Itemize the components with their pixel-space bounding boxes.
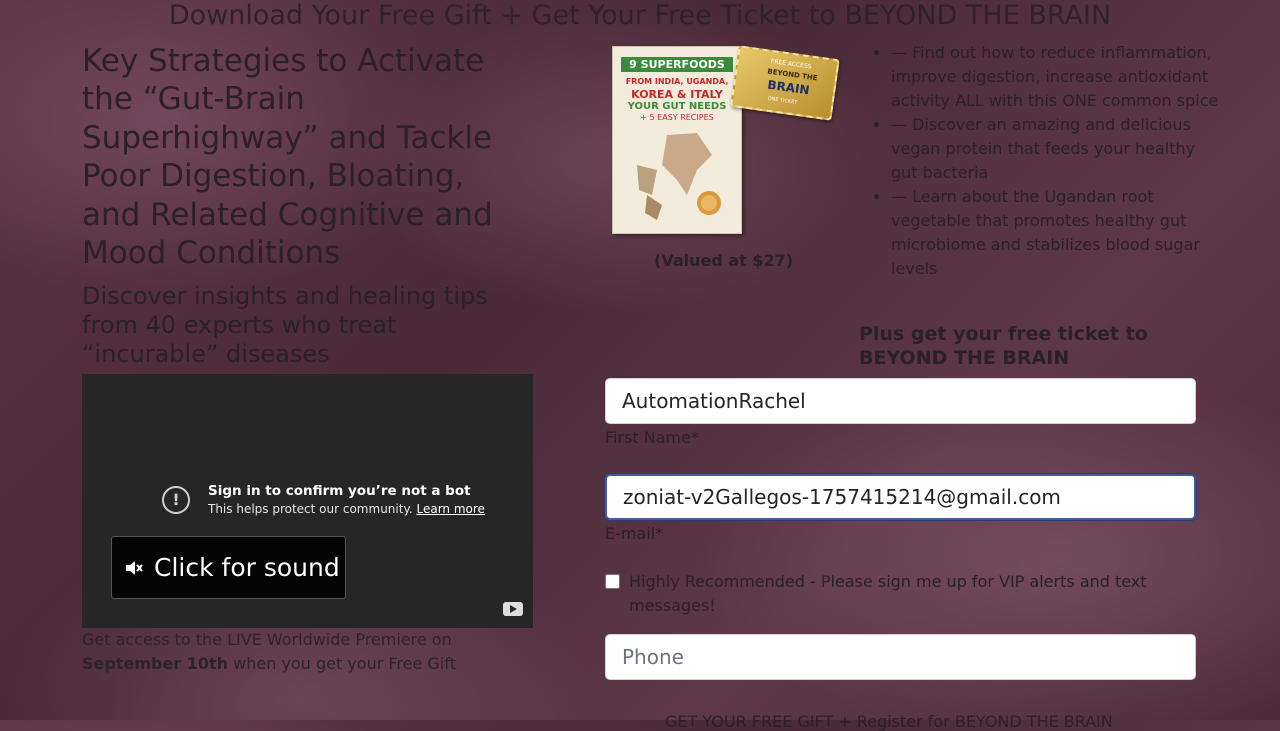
bot-check-subtitle: This helps protect our community. Learn … bbox=[208, 502, 485, 516]
youtube-icon[interactable] bbox=[503, 602, 523, 616]
premiere-date: September 10th bbox=[82, 654, 229, 673]
bot-check-title: Sign in to confirm you’re not a bot bbox=[208, 483, 471, 499]
click-for-sound-label: Click for sound bbox=[154, 553, 340, 582]
page-title: Download Your Free Gift + Get Your Free … bbox=[168, 0, 1112, 31]
list-item: — Learn about the Ugandan root vegetable… bbox=[891, 185, 1221, 281]
first-name-input[interactable] bbox=[605, 378, 1196, 424]
first-name-label: First Name* bbox=[605, 428, 699, 447]
ebook-cover: 9 SUPERFOODS FROM INDIA, UGANDA, KOREA & … bbox=[612, 46, 742, 234]
mute-icon bbox=[126, 560, 143, 575]
vip-alerts-option[interactable]: Highly Recommended - Please sign me up f… bbox=[605, 570, 1165, 618]
email-input[interactable] bbox=[605, 474, 1196, 520]
bot-check-message: ! Sign in to confirm you’re not a bot Th… bbox=[162, 482, 485, 518]
vip-alerts-checkbox[interactable] bbox=[605, 574, 620, 589]
event-ticket: FREE ACCESS BEYOND THE BRAIN ONE TICKET bbox=[730, 45, 840, 121]
video-player[interactable]: ! Sign in to confirm you’re not a bot Th… bbox=[82, 374, 533, 628]
learn-more-link[interactable]: Learn more bbox=[416, 502, 484, 516]
free-ticket-heading: Plus get your free ticket to BEYOND THE … bbox=[859, 323, 1148, 369]
valued-at-text: (Valued at $27) bbox=[654, 251, 794, 270]
list-item: — Find out how to reduce inflammation, i… bbox=[891, 41, 1221, 113]
click-for-sound-button[interactable]: Click for sound bbox=[111, 536, 346, 599]
phone-input[interactable] bbox=[605, 634, 1196, 680]
headline: Key Strategies to Activate the “Gut-Brai… bbox=[82, 43, 493, 272]
warning-icon: ! bbox=[162, 486, 190, 514]
world-map-image bbox=[637, 133, 721, 220]
subheadline: Discover insights and healing tips from … bbox=[82, 282, 488, 369]
list-item: — Discover an amazing and delicious vega… bbox=[891, 113, 1221, 185]
benefits-list: — Find out how to reduce inflammation, i… bbox=[873, 41, 1221, 281]
email-label: E-mail* bbox=[605, 524, 664, 543]
left-column: Key Strategies to Activate the “Gut-Brai… bbox=[82, 42, 532, 369]
submit-button-label[interactable]: GET YOUR FREE GIFT + Register for BEYOND… bbox=[665, 712, 1113, 731]
premiere-text: Get access to the LIVE Worldwide Premier… bbox=[82, 630, 456, 673]
vip-alerts-label: Highly Recommended - Please sign me up f… bbox=[629, 572, 1147, 615]
